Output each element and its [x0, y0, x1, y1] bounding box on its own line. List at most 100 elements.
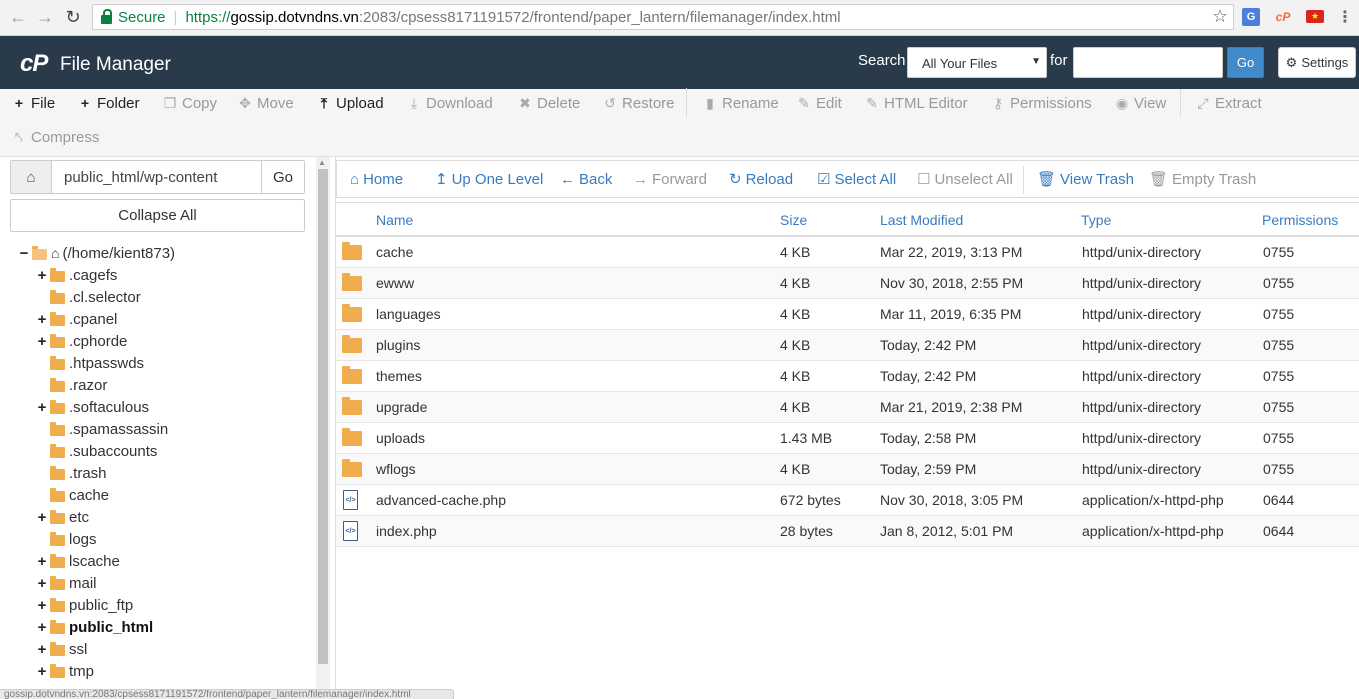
bookmark-star-icon[interactable]: ☆	[1212, 6, 1228, 27]
expand-toggle-icon[interactable]: +	[36, 311, 48, 328]
tree-item[interactable]: + .cagefs	[36, 264, 118, 286]
restore-button[interactable]: ↺ Restore	[603, 90, 674, 116]
path-input[interactable]	[51, 160, 262, 194]
compress-button[interactable]: ⤣ Compress	[12, 124, 99, 150]
reload-button[interactable]: ↻ Reload	[729, 161, 793, 197]
expand-toggle-icon[interactable]: +	[36, 267, 48, 284]
unselect-all-button[interactable]: ☐ Unselect All	[917, 161, 1013, 197]
translate-extension-icon[interactable]: G	[1242, 8, 1260, 26]
up-one-level-button[interactable]: ↥ Up One Level	[435, 161, 543, 197]
expand-toggle-icon[interactable]: +	[36, 553, 48, 570]
delete-button[interactable]: ✖ Delete	[518, 90, 580, 116]
tree-item-label: .softaculous	[69, 398, 150, 416]
extract-button[interactable]: ⤢ Extract	[1196, 90, 1261, 116]
expand-toggle-icon[interactable]: +	[36, 575, 48, 592]
tree-item[interactable]: .cl.selector	[36, 286, 141, 308]
new-file-button[interactable]: + File	[12, 90, 55, 116]
forward-button[interactable]: → Forward	[633, 161, 707, 197]
tree-item[interactable]: + lscache	[36, 550, 120, 572]
search-scope-select[interactable]: All Your Files ▼	[907, 47, 1047, 78]
column-last-modified[interactable]: Last Modified	[880, 212, 963, 228]
browser-menu-icon[interactable]: ⋮	[1336, 8, 1354, 26]
tree-item[interactable]: + mail	[36, 572, 97, 594]
tree-item[interactable]: + tmp	[36, 660, 94, 682]
table-row[interactable]: plugins 4 KB Today, 2:42 PM httpd/unix-dire…	[336, 330, 1359, 361]
tree-item[interactable]: + ssl	[36, 638, 88, 660]
file-name: advanced-cache.php	[376, 492, 506, 508]
settings-button[interactable]: ⚙ Settings	[1278, 47, 1356, 78]
tree-item[interactable]: .spamassassin	[36, 418, 168, 440]
expand-toggle-icon[interactable]: +	[36, 641, 48, 658]
home-directory-button[interactable]: ⌂	[10, 160, 52, 194]
tree-item[interactable]: + public_ftp	[36, 594, 134, 616]
tree-item[interactable]: + .cphorde	[36, 330, 128, 352]
browser-back-icon[interactable]: ←	[7, 6, 29, 28]
chevron-down-icon: ▼	[1031, 56, 1041, 67]
table-row[interactable]: </> advanced-cache.php 672 bytes Nov 30, 20…	[336, 485, 1359, 516]
new-folder-button[interactable]: + Folder	[78, 90, 140, 116]
table-row[interactable]: cache 4 KB Mar 22, 2019, 3:13 PM httpd/unix…	[336, 237, 1359, 268]
tree-root[interactable]: − ⌂ (/home/kient873)	[18, 242, 175, 264]
rename-button[interactable]: ▮ Rename	[703, 90, 779, 116]
search-go-button[interactable]: Go	[1227, 47, 1264, 78]
path-go-button[interactable]: Go	[261, 160, 305, 194]
browser-forward-icon[interactable]: →	[34, 6, 56, 28]
table-row[interactable]: wflogs 4 KB Today, 2:59 PM httpd/unix-direc…	[336, 454, 1359, 485]
expand-toggle-icon[interactable]: +	[36, 663, 48, 680]
tree-item[interactable]: + .softaculous	[36, 396, 149, 418]
file-permissions: 0644	[1263, 523, 1295, 539]
column-size[interactable]: Size	[780, 212, 807, 228]
tree-item[interactable]: cache	[36, 484, 109, 506]
tree-item[interactable]: .trash	[36, 462, 107, 484]
tree-item[interactable]: .razor	[36, 374, 107, 396]
tree-item[interactable]: + .cpanel	[36, 308, 118, 330]
column-name[interactable]: Name	[376, 212, 413, 228]
expand-toggle-icon[interactable]: +	[36, 597, 48, 614]
file-type: httpd/unix-directory	[1082, 306, 1202, 322]
lock-icon	[101, 9, 112, 24]
table-row[interactable]: uploads 1.43 MB Today, 2:58 PM httpd/unix-d…	[336, 423, 1359, 454]
table-row[interactable]: themes 4 KB Today, 2:42 PM httpd/unix-direc…	[336, 361, 1359, 392]
expand-toggle-icon[interactable]: +	[36, 399, 48, 416]
select-all-button[interactable]: ☑ Select All	[817, 161, 896, 197]
table-row[interactable]: upgrade 4 KB Mar 21, 2019, 2:38 PM httpd/un…	[336, 392, 1359, 423]
view-button[interactable]: ◉ View	[1115, 90, 1166, 116]
tree-item[interactable]: + public_html	[36, 616, 154, 638]
back-button[interactable]: ← Back	[560, 161, 612, 197]
home-button[interactable]: ⌂ Home	[350, 161, 403, 197]
tree-item[interactable]: .htpasswds	[36, 352, 144, 374]
file-modified: Today, 2:42 PM	[880, 337, 977, 353]
table-row[interactable]: </> index.php 28 bytes Jan 8, 2012, 5:01 PM…	[336, 516, 1359, 547]
column-permissions[interactable]: Permissions	[1262, 212, 1338, 228]
scroll-up-icon[interactable]: ▲	[318, 158, 326, 167]
permissions-button[interactable]: ⚷ Permissions	[991, 90, 1092, 116]
table-row[interactable]: languages 4 KB Mar 11, 2019, 6:35 PM httpd/…	[336, 299, 1359, 330]
table-row[interactable]: ewww 4 KB Nov 30, 2018, 2:55 PM httpd/unix-…	[336, 268, 1359, 299]
tree-item[interactable]: + etc	[36, 506, 89, 528]
html-editor-button[interactable]: ✎ HTML Editor	[865, 90, 968, 116]
expand-toggle-icon[interactable]: +	[36, 333, 48, 350]
expand-toggle-icon[interactable]: +	[36, 619, 48, 636]
tree-item[interactable]: logs	[36, 528, 97, 550]
copy-button[interactable]: ❐ Copy	[163, 90, 217, 116]
cpanel-extension-icon[interactable]: cP	[1274, 8, 1292, 26]
collapse-toggle-icon[interactable]: −	[18, 245, 30, 262]
search-input[interactable]	[1073, 47, 1223, 78]
collapse-all-button[interactable]: Collapse All	[10, 199, 305, 232]
upload-button[interactable]: ⤒ Upload	[317, 90, 384, 116]
column-type[interactable]: Type	[1081, 212, 1111, 228]
download-button[interactable]: ⤓ Download	[407, 90, 493, 116]
move-button[interactable]: ✥ Move	[238, 90, 294, 116]
file-modified: Nov 30, 2018, 2:55 PM	[880, 275, 1024, 291]
tree-scrollbar-thumb[interactable]	[318, 169, 328, 664]
expand-toggle-icon[interactable]: +	[36, 509, 48, 526]
view-trash-button[interactable]: 🗑 View Trash	[1037, 161, 1134, 197]
address-bar[interactable]: Secure | https://gossip.dotvndns.vn:2083…	[92, 4, 1234, 30]
file-type: application/x-httpd-php	[1082, 523, 1224, 539]
edit-button[interactable]: ✎ Edit	[797, 90, 842, 116]
tree-item[interactable]: .subaccounts	[36, 440, 157, 462]
cpanel-logo[interactable]: cP	[20, 50, 48, 78]
empty-trash-button[interactable]: 🗑 Empty Trash	[1149, 161, 1256, 197]
vietnam-flag-icon[interactable]: ★	[1306, 10, 1324, 23]
browser-reload-icon[interactable]: ↻	[62, 6, 84, 28]
